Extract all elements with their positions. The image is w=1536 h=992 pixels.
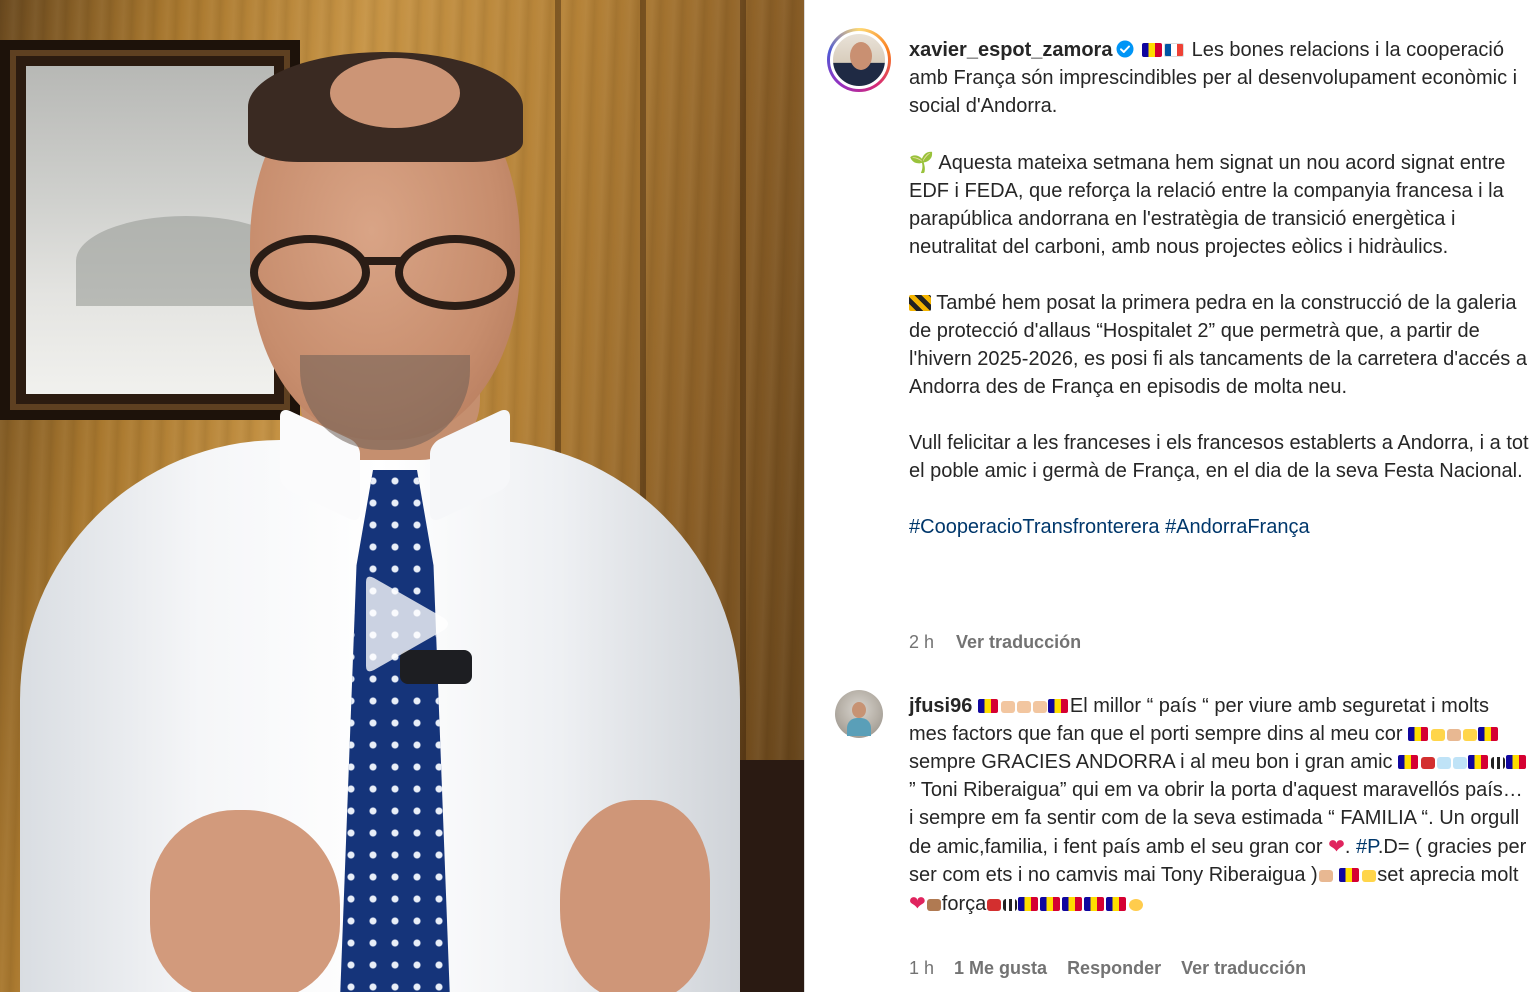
dash-icon bbox=[1437, 757, 1452, 769]
play-icon[interactable] bbox=[352, 572, 452, 676]
forehead bbox=[330, 58, 460, 128]
see-translation-button[interactable]: Ver traducción bbox=[956, 632, 1081, 653]
post-meta: 2 h Ver traducción bbox=[909, 632, 1081, 653]
comment-text-6: força bbox=[941, 893, 987, 915]
comment-likes-button[interactable]: 1 Me gusta bbox=[954, 958, 1047, 979]
post-caption: xavier_espot_zamora Les bones relacions … bbox=[909, 36, 1529, 541]
verified-badge-icon bbox=[1116, 38, 1134, 58]
sparkles-icon bbox=[1362, 870, 1377, 882]
caption-paragraph-1: 🌱 Aquesta mateixa setmana hem signat un … bbox=[909, 148, 1529, 261]
smiling-face-with-hearts-icon bbox=[1129, 899, 1144, 911]
red-heart-icon: ❤ bbox=[1328, 834, 1345, 858]
comment-text: jfusi96 El millor “ país “ per viure amb… bbox=[909, 695, 1527, 915]
comment-text-5: set aprecia molt bbox=[1377, 864, 1519, 886]
comment-meta: 1 h 1 Me gusta Responder Ver traducción bbox=[909, 958, 1306, 979]
clapping-hands-icon bbox=[1016, 701, 1031, 713]
post-sidebar: xavier_espot_zamora Les bones relacions … bbox=[804, 0, 1536, 992]
comment-timestamp[interactable]: 1 h bbox=[909, 958, 934, 979]
seedling-icon: 🌱 bbox=[909, 150, 934, 174]
comment-hashtag[interactable]: #P bbox=[1356, 836, 1378, 858]
andorra-flag-icon bbox=[1468, 755, 1489, 769]
story-ring bbox=[827, 28, 891, 92]
clapping-hands-icon bbox=[1000, 701, 1015, 713]
andorra-flag-icon bbox=[1084, 897, 1105, 911]
red-heart-icon: ❤ bbox=[909, 891, 926, 915]
caption-paragraph-3: Vull felicitar a les franceses i els fra… bbox=[909, 432, 1529, 482]
andorra-flag-icon bbox=[977, 699, 998, 713]
comment-text-2: sempre GRACIES ANDORRA i al meu bon i gr… bbox=[909, 751, 1393, 773]
france-flag-icon bbox=[1164, 43, 1185, 57]
glasses-lens-left bbox=[250, 235, 370, 310]
andorra-flag-icon bbox=[1506, 755, 1527, 769]
avatar-image bbox=[830, 31, 888, 89]
right-hand bbox=[560, 800, 710, 992]
andorra-flag-icon bbox=[1408, 727, 1429, 741]
folded-hands-icon bbox=[1318, 870, 1333, 882]
folded-hands-icon bbox=[1447, 729, 1462, 741]
clapping-hands-icon bbox=[1032, 701, 1047, 713]
glasses-lens-right bbox=[395, 235, 515, 310]
commenter-avatar[interactable] bbox=[835, 690, 883, 738]
racing-car-icon bbox=[1421, 757, 1436, 769]
speaker-figure bbox=[0, 0, 804, 992]
caption-paragraph-2-text: També hem posat la primera pedra en la c… bbox=[909, 292, 1527, 398]
reel-video[interactable] bbox=[0, 0, 804, 992]
caption-paragraph-1-text: Aquesta mateixa setmana hem signat un no… bbox=[909, 152, 1506, 258]
andorra-flag-icon bbox=[1018, 897, 1039, 911]
commenter-avatar-face bbox=[852, 702, 866, 718]
reply-button[interactable]: Responder bbox=[1067, 958, 1161, 979]
chequered-flag-icon bbox=[1491, 757, 1506, 769]
andorra-flag-icon bbox=[1062, 897, 1083, 911]
andorra-flag-icon bbox=[1398, 755, 1419, 769]
sparkles-icon bbox=[1463, 729, 1478, 741]
play-icon-glyph bbox=[366, 576, 448, 672]
caption-hashtags: #CooperacioTransfronterera #AndorraFranç… bbox=[909, 513, 1529, 541]
construction-barrier-icon bbox=[909, 295, 931, 311]
glasses bbox=[245, 235, 525, 315]
hashtag-link[interactable]: #CooperacioTransfronterera bbox=[909, 516, 1160, 538]
author-avatar[interactable] bbox=[827, 28, 891, 92]
left-hand bbox=[150, 810, 340, 992]
dash-icon bbox=[1453, 757, 1468, 769]
comment-see-translation-button[interactable]: Ver traducción bbox=[1181, 958, 1306, 979]
post-timestamp[interactable]: 2 h bbox=[909, 632, 934, 653]
andorra-flag-icon bbox=[1339, 868, 1360, 882]
racing-car-icon bbox=[987, 899, 1002, 911]
sparkles-icon bbox=[1431, 729, 1446, 741]
caption-paragraph-2: També hem posat la primera pedra en la c… bbox=[909, 289, 1529, 401]
andorra-flag-icon bbox=[1142, 43, 1163, 57]
author-username[interactable]: xavier_espot_zamora bbox=[909, 39, 1112, 61]
andorra-flag-icon bbox=[1047, 699, 1068, 713]
andorra-flag-icon bbox=[1106, 897, 1127, 911]
commenter-username[interactable]: jfusi96 bbox=[909, 695, 972, 717]
chequered-flag-icon bbox=[1003, 899, 1018, 911]
avatar-face bbox=[850, 42, 872, 70]
flexed-biceps-icon bbox=[926, 899, 941, 911]
andorra-flag-icon bbox=[1478, 727, 1499, 741]
andorra-flag-icon bbox=[1040, 897, 1061, 911]
hashtag-link[interactable]: #AndorraFrança bbox=[1165, 516, 1310, 538]
commenter-avatar-body bbox=[847, 718, 871, 736]
